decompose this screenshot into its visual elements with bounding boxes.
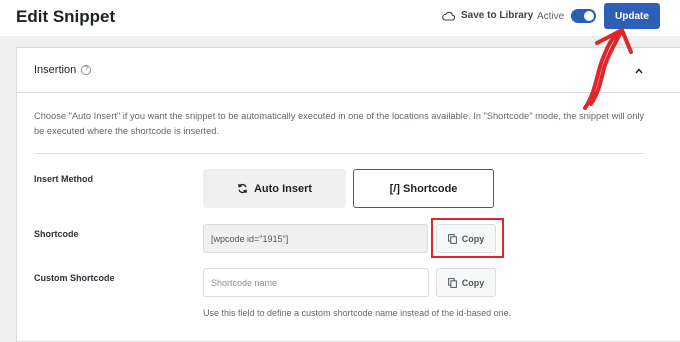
- custom-shortcode-input[interactable]: Shortcode name: [203, 268, 429, 297]
- panel-title: Insertion: [34, 64, 77, 76]
- shortcode-option-label: [/] Shortcode: [389, 182, 458, 195]
- page-title: Edit Snippet: [16, 7, 116, 26]
- divider: [34, 153, 644, 154]
- cloud-icon: [442, 11, 455, 21]
- insertion-panel-header[interactable]: Insertion ?: [17, 48, 680, 93]
- toggle-knob: [584, 11, 594, 21]
- shortcode-button[interactable]: [/] Shortcode: [353, 169, 494, 208]
- copy-icon: [447, 277, 457, 288]
- active-label: Active: [537, 11, 565, 22]
- chevron-up-icon[interactable]: [635, 67, 643, 75]
- save-to-library-label: Save to Library: [461, 10, 534, 21]
- insertion-panel: Insertion ? Choose "Auto Insert" if you …: [16, 47, 680, 342]
- help-icon[interactable]: ?: [81, 65, 92, 75]
- active-toggle[interactable]: [571, 9, 596, 23]
- update-button[interactable]: Update: [604, 3, 660, 29]
- custom-shortcode-label: Custom Shortcode: [34, 273, 115, 283]
- insertion-description: Choose "Auto Insert" if you want the sni…: [34, 111, 645, 136]
- copy-highlight-box: [431, 218, 504, 258]
- auto-insert-label: Auto Insert: [253, 182, 313, 195]
- copy-label: Copy: [461, 277, 485, 288]
- shortcode-label: Shortcode: [34, 229, 79, 239]
- save-to-library-button[interactable]: Save to Library: [442, 10, 533, 21]
- top-bar: Edit Snippet Save to Library Active Upda…: [0, 0, 680, 36]
- insert-method-label: Insert Method: [34, 174, 94, 184]
- auto-insert-button[interactable]: Auto Insert: [203, 169, 346, 208]
- copy-custom-shortcode-button[interactable]: Copy: [436, 268, 496, 297]
- shortcode-field[interactable]: [wpcode id="1915"]: [203, 224, 428, 253]
- refresh-icon: [238, 183, 247, 194]
- custom-shortcode-help: Use this field to define a custom shortc…: [203, 308, 512, 318]
- panel-title-wrap: Insertion ?: [34, 64, 92, 76]
